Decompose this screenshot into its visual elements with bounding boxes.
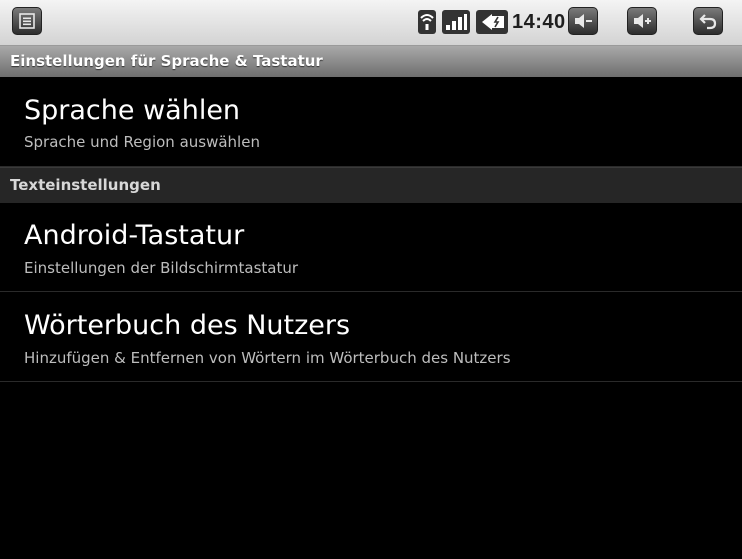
list-item-select-language[interactable]: Sprache wählen Sprache und Region auswäh…: [0, 77, 742, 167]
item-summary: Sprache und Region auswählen: [24, 133, 260, 151]
menu-icon: [19, 13, 35, 29]
back-icon: [699, 14, 717, 30]
back-button[interactable]: [693, 7, 723, 35]
status-clock: 14:40: [512, 11, 566, 33]
category-header-text-settings: Texteinstellungen: [0, 167, 742, 203]
item-title: Sprache wählen: [24, 95, 241, 126]
item-title: Android-Tastatur: [24, 220, 245, 251]
volume-up-button[interactable]: [627, 7, 657, 35]
item-summary: Hinzufügen & Entfernen von Wörtern im Wö…: [24, 349, 511, 367]
volume-up-icon: [634, 14, 651, 28]
list-item-android-keyboard[interactable]: Android-Tastatur Einstellungen der Bilds…: [0, 202, 742, 292]
page-title: Einstellungen für Sprache & Tastatur: [10, 52, 323, 70]
title-bar: Einstellungen für Sprache & Tastatur: [0, 46, 742, 77]
category-label: Texteinstellungen: [10, 176, 161, 194]
menu-button[interactable]: [12, 7, 42, 35]
wifi-icon: [417, 9, 437, 35]
settings-screen: 14:40 Einstellungen für Sprache & Tastat…: [0, 0, 742, 559]
signal-icon: [441, 9, 471, 35]
volume-down-button[interactable]: [568, 7, 598, 35]
volume-down-icon: [575, 14, 592, 28]
battery-icon: [475, 9, 509, 35]
item-summary: Einstellungen der Bildschirmtastatur: [24, 259, 299, 277]
list-item-user-dictionary[interactable]: Wörterbuch des Nutzers Hinzufügen & Entf…: [0, 292, 742, 382]
item-title: Wörterbuch des Nutzers: [24, 310, 351, 341]
status-bar: 14:40: [0, 0, 742, 46]
